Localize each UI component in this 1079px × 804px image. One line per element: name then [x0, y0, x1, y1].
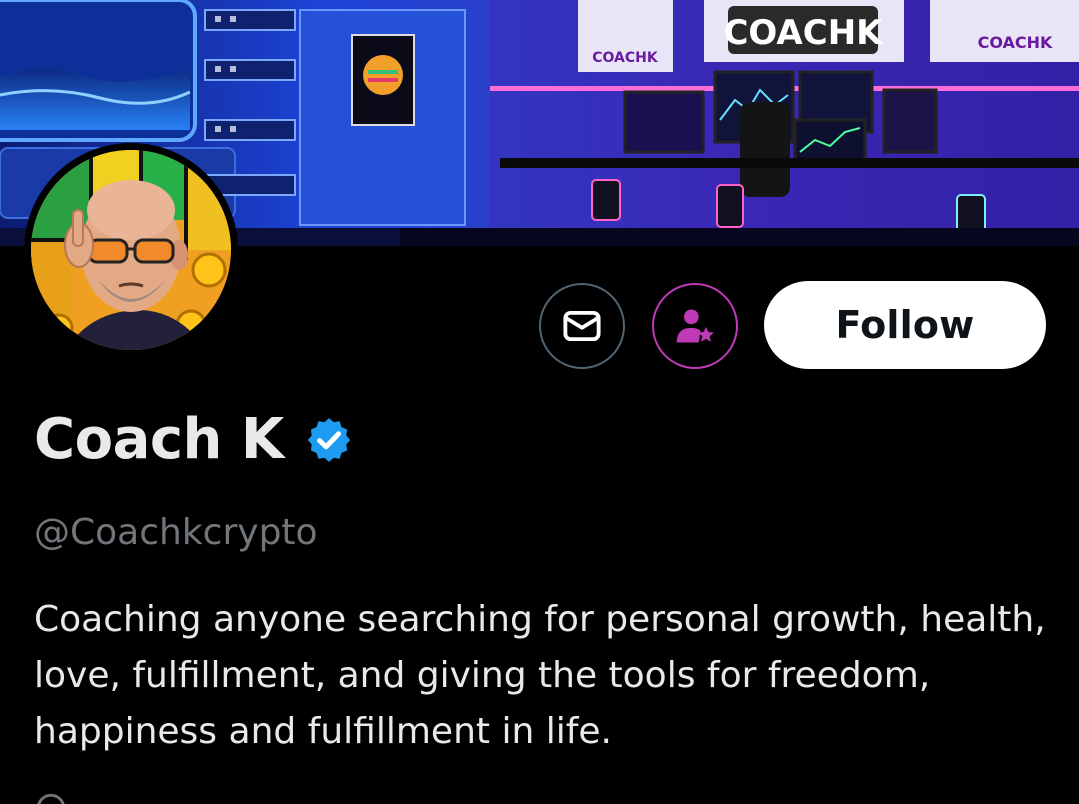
message-button[interactable] [539, 283, 625, 369]
person-star-icon [676, 309, 714, 343]
envelope-icon [563, 310, 601, 342]
category-icon [37, 793, 65, 804]
display-name: Coach K [34, 407, 284, 472]
banner-sign-small-left: COACHK [592, 50, 659, 66]
profile-page: COACHK COACHK COACHK Follow Coach K @Coa… [0, 0, 1079, 804]
profile-meta-row [34, 788, 68, 804]
banner-sign-small-right: COACHK [978, 33, 1053, 52]
profile-handle: @Coachkcrypto [34, 512, 318, 553]
follow-button[interactable]: Follow [764, 281, 1046, 369]
banner-sign-main: COACHK [723, 13, 884, 53]
profile-bio: Coaching anyone searching for personal g… [34, 599, 1046, 752]
profile-avatar[interactable] [24, 143, 238, 357]
subscribe-button[interactable] [652, 283, 738, 369]
verified-badge-icon[interactable] [304, 415, 354, 465]
name-row: Coach K [34, 404, 354, 476]
avatar-image [31, 150, 231, 350]
